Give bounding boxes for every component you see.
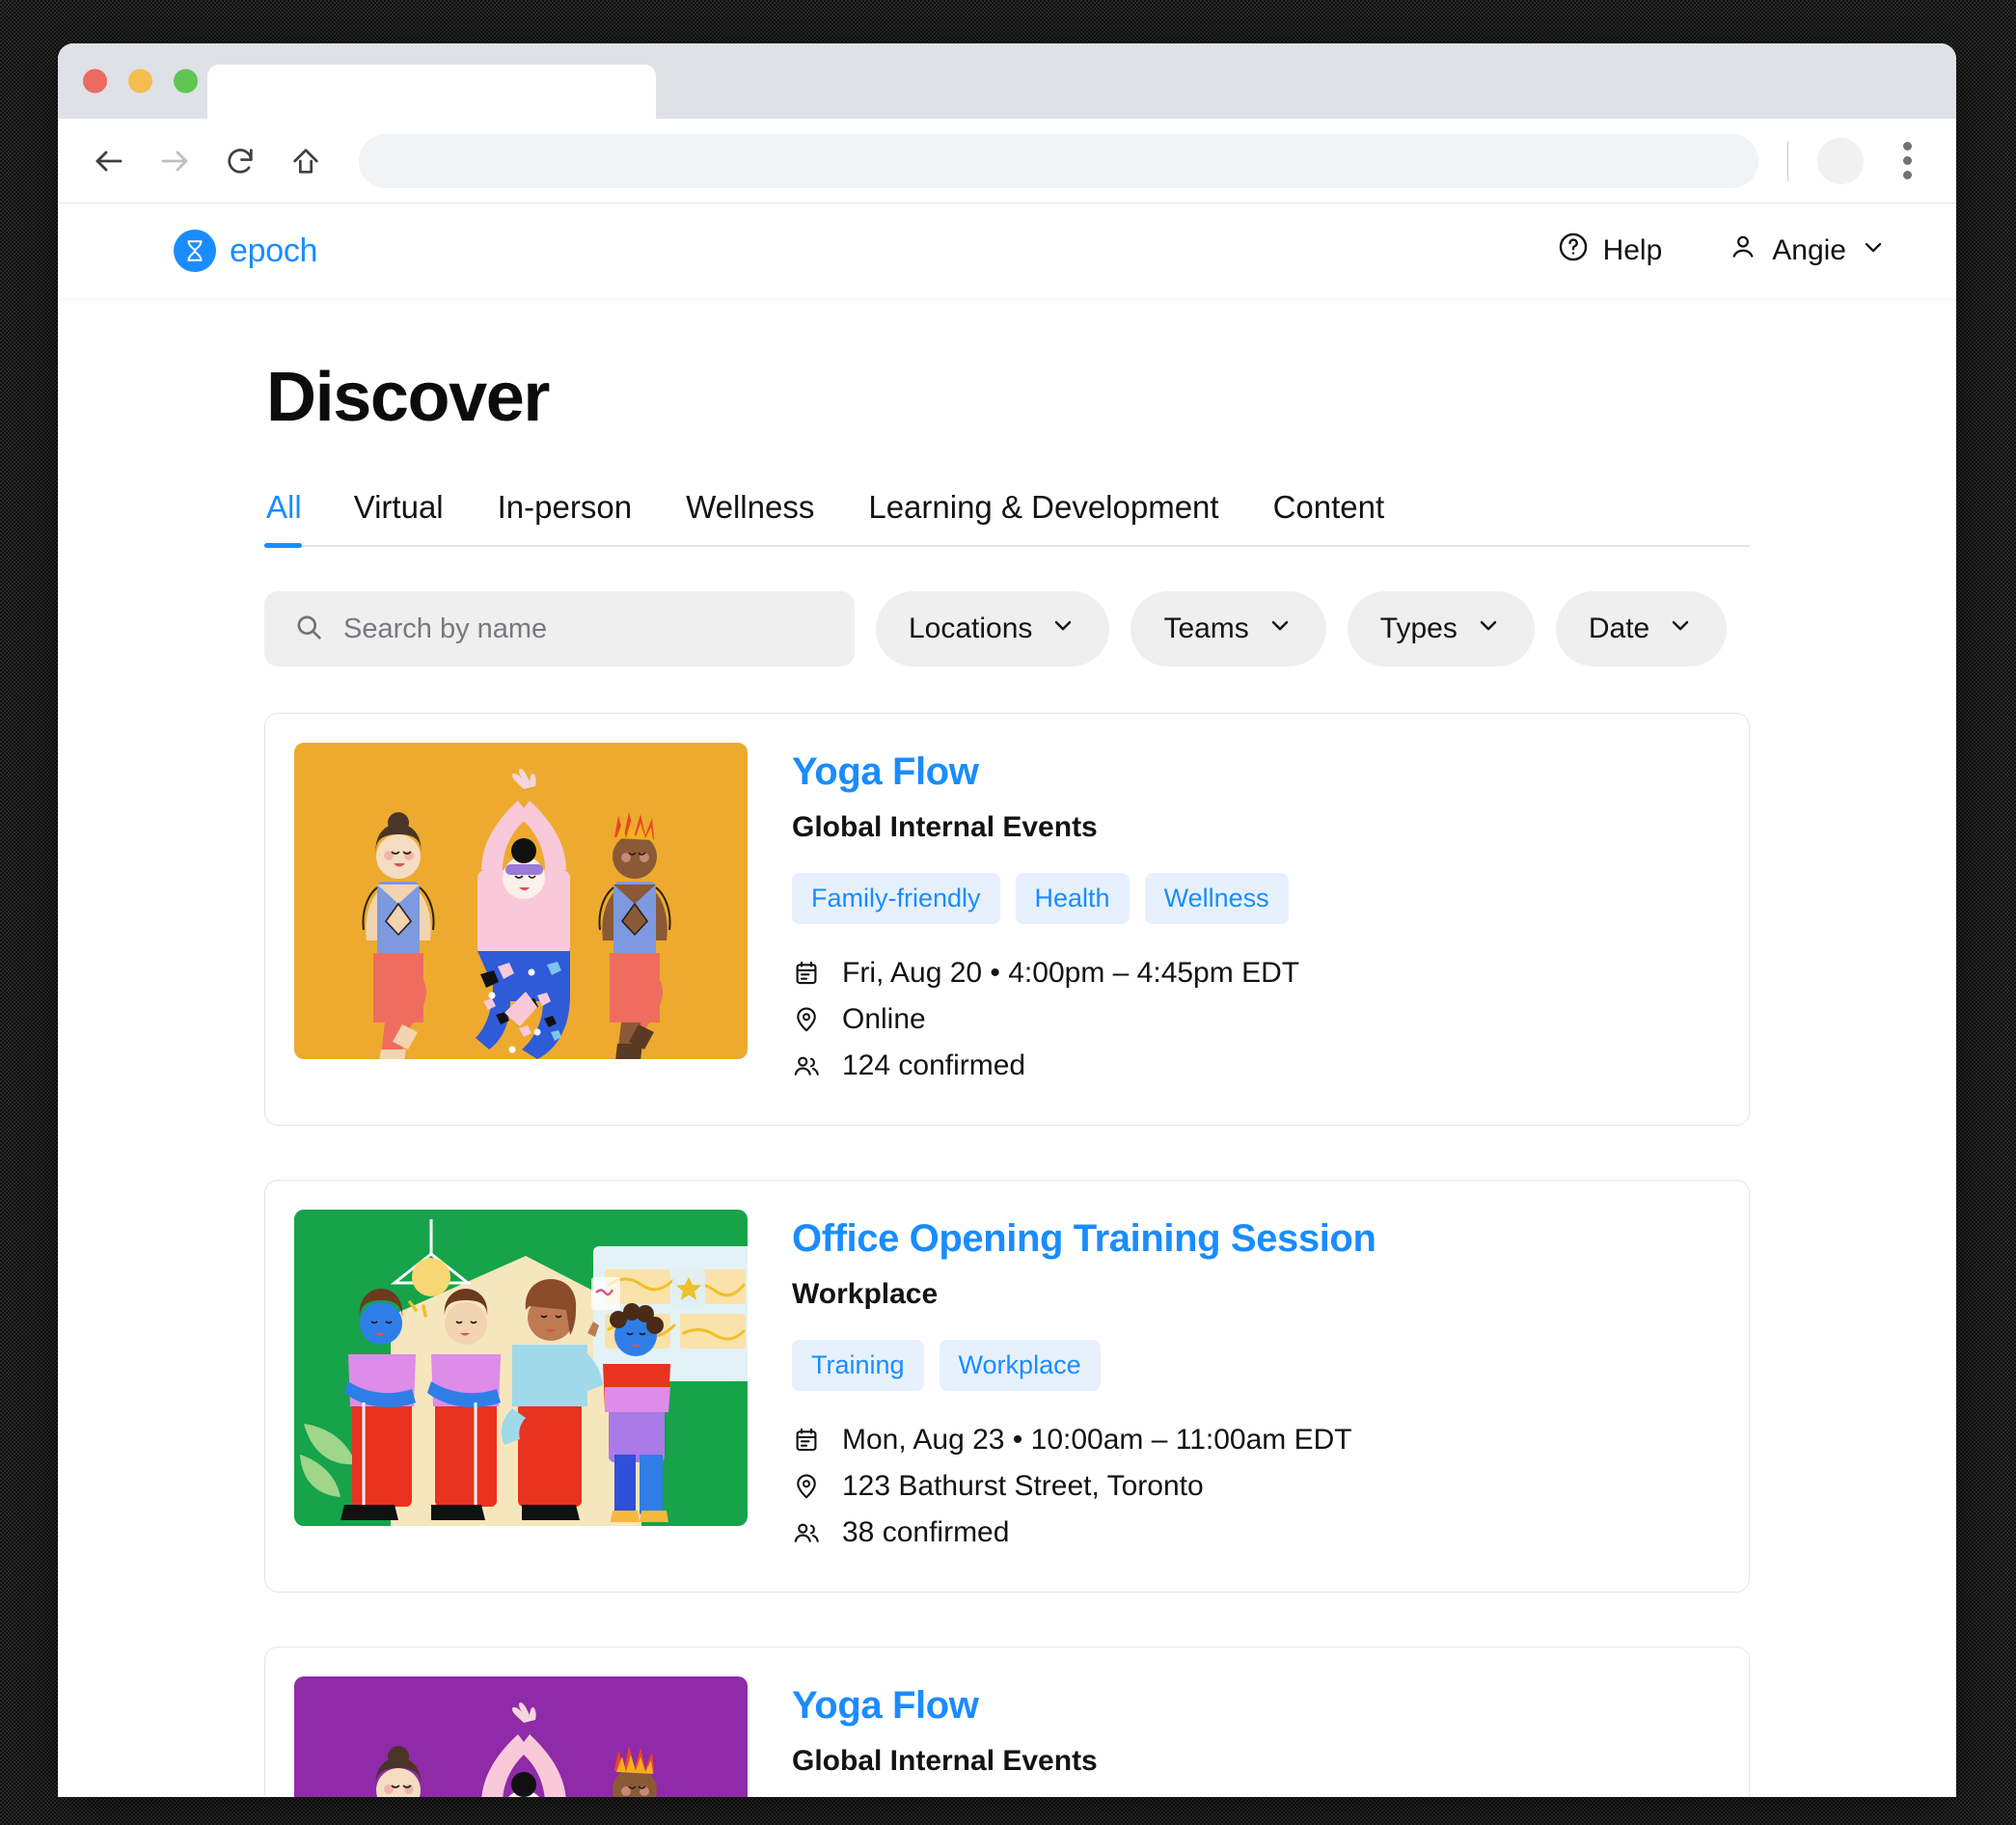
chevron-down-icon [1667, 612, 1694, 646]
reload-icon[interactable] [210, 131, 270, 191]
location-pin-icon [792, 1472, 823, 1501]
chevron-down-icon [1049, 612, 1076, 646]
person-icon [1728, 232, 1758, 270]
url-bar[interactable] [359, 133, 1758, 188]
event-location-row: Online [792, 1003, 1299, 1036]
event-meta: Mon, Aug 23 • 10:00am – 11:00am EDT 123 … [792, 1424, 1376, 1549]
event-meta: Fri, Aug 20 • 4:00pm – 4:45pm EDT Online… [792, 957, 1299, 1082]
event-card[interactable]: Yoga Flow Global Internal Events Family-… [264, 1647, 1750, 1797]
event-card[interactable]: Yoga Flow Global Internal Events Family-… [264, 713, 1750, 1126]
user-menu-button[interactable]: Angie [1728, 232, 1887, 270]
filter-types-label: Types [1379, 613, 1458, 644]
event-location: 123 Bathurst Street, Toronto [842, 1470, 1204, 1502]
header-actions: Help Angie [1557, 231, 1887, 271]
tab-in-person[interactable]: In-person [471, 489, 659, 545]
close-window-button[interactable] [83, 68, 107, 94]
calendar-icon [792, 959, 823, 988]
event-details: Yoga Flow Global Internal Events Family-… [792, 743, 1299, 1096]
filter-teams-label: Teams [1163, 613, 1249, 644]
event-thumbnail-yoga [294, 743, 748, 1059]
back-arrow-icon[interactable] [79, 131, 139, 191]
user-name: Angie [1772, 234, 1846, 266]
people-icon [792, 1051, 823, 1080]
search-icon [293, 612, 324, 647]
event-location: Online [842, 1003, 926, 1035]
event-organizer: Global Internal Events [792, 811, 1098, 843]
page-title: Discover [266, 359, 550, 436]
event-tag[interactable]: Wellness [1144, 873, 1289, 924]
home-icon[interactable] [276, 131, 336, 191]
tab-virtual[interactable]: Virtual [327, 489, 471, 545]
event-details: Office Opening Training Session Workplac… [792, 1210, 1376, 1563]
chevron-down-icon [1267, 612, 1294, 646]
hourglass-icon [174, 230, 216, 272]
browser-tab-strip [58, 43, 1956, 119]
chevron-down-icon [1475, 612, 1502, 646]
event-card[interactable]: Office Opening Training Session Workplac… [264, 1180, 1750, 1593]
category-tabs: All Virtual In-person Wellness Learning … [264, 489, 1750, 548]
search-input[interactable] [343, 613, 826, 645]
desktop-backdrop: epoch Help Angie Discover All Virtual In… [0, 0, 2016, 1825]
event-title[interactable]: Yoga Flow [792, 750, 1299, 794]
filter-locations-label: Locations [909, 613, 1033, 644]
event-list: Yoga Flow Global Internal Events Family-… [264, 713, 1750, 1797]
event-attendees-row: 124 confirmed [792, 1049, 1299, 1082]
people-icon [792, 1518, 823, 1547]
event-tag[interactable]: Training [792, 1340, 924, 1391]
event-tag[interactable]: Health [1015, 873, 1130, 924]
browser-tab[interactable] [207, 65, 656, 119]
tab-wellness[interactable]: Wellness [659, 489, 841, 545]
chevron-down-icon [1860, 233, 1887, 268]
event-date-row: Mon, Aug 23 • 10:00am – 11:00am EDT [792, 1424, 1376, 1457]
tab-learning-development[interactable]: Learning & Development [841, 489, 1245, 545]
window-controls [83, 68, 198, 94]
event-attendees: 38 confirmed [842, 1516, 1010, 1548]
event-date-row: Fri, Aug 20 • 4:00pm – 4:45pm EDT [792, 957, 1299, 990]
search-box[interactable] [264, 591, 855, 667]
event-date: Fri, Aug 20 • 4:00pm – 4:45pm EDT [842, 957, 1300, 989]
help-label: Help [1602, 234, 1663, 266]
event-thumbnail-office [294, 1210, 748, 1526]
event-organizer: Workplace [792, 1278, 939, 1310]
event-attendees-row: 38 confirmed [792, 1516, 1376, 1549]
help-button[interactable]: Help [1557, 231, 1663, 271]
overflow-menu-icon[interactable] [1885, 131, 1929, 191]
filter-types[interactable]: Types [1347, 591, 1535, 667]
tab-all[interactable]: All [264, 489, 327, 548]
event-details: Yoga Flow Global Internal Events Family-… [792, 1676, 1289, 1797]
event-title[interactable]: Yoga Flow [792, 1684, 1289, 1728]
browser-window: epoch Help Angie Discover All Virtual In… [58, 43, 1956, 1797]
event-title[interactable]: Office Opening Training Session [792, 1217, 1376, 1261]
event-thumbnail-yoga [294, 1676, 748, 1797]
event-tag[interactable]: Family-friendly [792, 873, 1000, 924]
page-content: Discover All Virtual In-person Wellness … [58, 298, 1956, 1797]
filter-bar: Locations Teams Types [264, 591, 1750, 667]
event-tags: Training Workplace [792, 1340, 1376, 1391]
event-organizer: Global Internal Events [792, 1745, 1098, 1777]
brand-logo[interactable]: epoch [174, 230, 317, 272]
event-tags: Family-friendly Health Wellness [792, 873, 1299, 924]
location-pin-icon [792, 1005, 823, 1034]
filter-teams[interactable]: Teams [1131, 591, 1326, 667]
calendar-icon [792, 1426, 823, 1455]
event-attendees: 124 confirmed [842, 1049, 1026, 1081]
browser-profile-avatar[interactable] [1817, 137, 1864, 184]
filter-locations[interactable]: Locations [876, 591, 1110, 667]
app-header: epoch Help Angie [58, 204, 1956, 298]
event-date: Mon, Aug 23 • 10:00am – 11:00am EDT [842, 1424, 1352, 1456]
forward-arrow-icon[interactable] [145, 131, 204, 191]
tab-content[interactable]: Content [1246, 489, 1412, 545]
page-viewport: epoch Help Angie Discover All Virtual In… [58, 204, 1956, 1797]
filter-date-label: Date [1588, 613, 1650, 644]
minimize-window-button[interactable] [128, 68, 152, 94]
help-circle-icon [1557, 231, 1590, 271]
toolbar-divider [1787, 140, 1788, 181]
brand-name: epoch [230, 232, 318, 269]
filter-date[interactable]: Date [1555, 591, 1728, 667]
browser-toolbar [58, 119, 1956, 204]
event-tag[interactable]: Workplace [939, 1340, 1101, 1391]
event-location-row: 123 Bathurst Street, Toronto [792, 1470, 1376, 1503]
maximize-window-button[interactable] [174, 68, 198, 94]
